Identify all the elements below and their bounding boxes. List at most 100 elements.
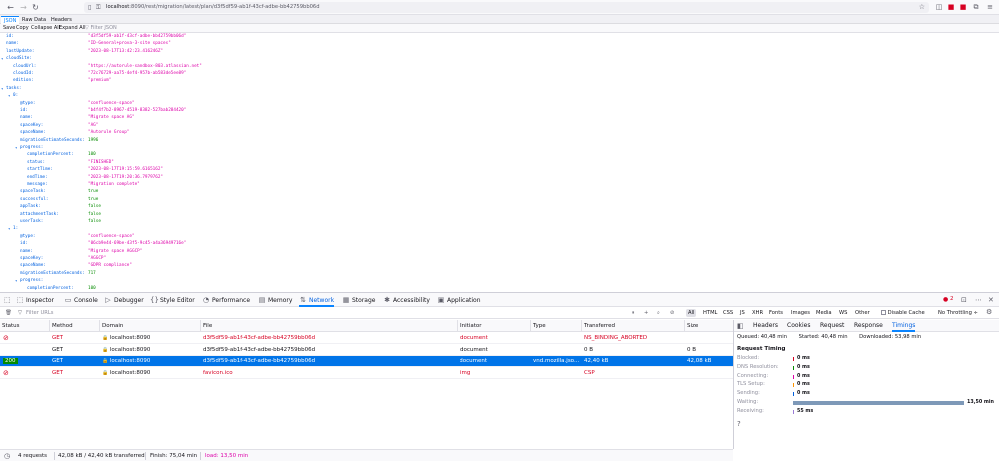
json-row[interactable]: appTask: false <box>0 203 999 210</box>
expand-toggle-icon[interactable]: ▾ <box>1 55 3 62</box>
expand-toggle-icon[interactable]: ▾ <box>8 225 10 232</box>
tab-timings[interactable]: Timings <box>892 320 916 332</box>
json-row[interactable]: spaceName: "GDPR compliance" <box>0 262 999 269</box>
reload-icon[interactable]: ↻ <box>31 3 40 12</box>
devtools-tab-console[interactable]: ▭ Console <box>64 293 98 307</box>
col-domain[interactable]: Domain <box>99 320 123 332</box>
bookmark-star-icon[interactable]: ☆ <box>919 3 925 11</box>
col-transferred[interactable]: Transferred <box>581 320 615 332</box>
connection-icon[interactable]: ⚿ <box>96 4 101 12</box>
json-row[interactable]: id: "b4f4f7b2-8967-4519-8382-527bab284420… <box>0 107 999 114</box>
devtools-tab-inspector[interactable]: ⬚ Inspector <box>16 293 54 307</box>
table-row[interactable]: 200 GET 🔒 localhost:8090 d3f5df59-ab1f-43cf… <box>0 356 733 367</box>
expand-toggle-icon[interactable]: ▾ <box>8 92 10 99</box>
type-filter-xhr[interactable]: XHR <box>752 309 763 317</box>
type-filter-images[interactable]: Images <box>791 309 810 317</box>
dock-icon[interactable]: ⊡ <box>961 296 967 304</box>
error-icon[interactable]: ● <box>943 296 948 303</box>
save-button[interactable]: Save <box>3 25 15 32</box>
json-row[interactable]: attachmentTask: false <box>0 211 999 218</box>
devtools-tab-storage[interactable]: ▦ Storage <box>342 293 376 307</box>
more-options-icon[interactable]: ⋯ <box>975 296 982 304</box>
expand-all-button[interactable]: Expand All <box>59 25 86 32</box>
devtools-tab-application[interactable]: ▣ Application <box>437 293 481 307</box>
json-row[interactable]: migrationEstimateSeconds: 717 <box>0 270 999 277</box>
json-row[interactable]: completionPercent: 100 <box>0 285 999 292</box>
clear-requests-icon[interactable]: 🗑 <box>5 309 12 317</box>
type-filter-js[interactable]: JS <box>740 309 745 317</box>
json-row[interactable]: message: "Migration complete" <box>0 181 999 188</box>
json-row[interactable]: startTime: "2023-08-17T19:15:59.6165162" <box>0 166 999 173</box>
pause-icon[interactable]: ⏸ <box>632 309 635 317</box>
tab-headers[interactable]: Headers <box>48 16 75 24</box>
json-row[interactable]: spaceKey: "AGGCP" <box>0 255 999 262</box>
type-filter-html[interactable]: HTML <box>703 309 717 317</box>
expand-toggle-icon[interactable]: ▾ <box>15 277 17 284</box>
table-row[interactable]: ⊘ GET 🔒 localhost:8090 d3f5df59-ab1f-43cf-a… <box>0 333 733 344</box>
json-row[interactable]: cloudId: "72c76729-aa75-4ef4-957b-ab583de… <box>0 70 999 77</box>
throttling-select[interactable]: No Throttling ÷ <box>938 309 978 317</box>
close-devtools-icon[interactable]: ✕ <box>988 296 994 304</box>
json-row[interactable]: lastUpdate: "2023-08-17T13:42:23.416246Z" <box>0 48 999 55</box>
page-info-icon[interactable]: ▯ <box>88 4 91 11</box>
devtools-tab-memory[interactable]: ▤ Memory <box>258 293 293 307</box>
col-type[interactable]: Type <box>530 320 546 332</box>
forward-icon[interactable]: → <box>19 3 28 12</box>
extension-2-icon[interactable]: ■ <box>959 3 967 11</box>
json-row[interactable]: id: "06cb9e44-69be-43f5-9c45-a4a36949716e… <box>0 240 999 247</box>
json-row[interactable]: ▾ 1: <box>0 225 999 232</box>
tab-cookies[interactable]: Cookies <box>787 320 811 332</box>
json-row[interactable]: name: "Migrate space AGGCP" <box>0 248 999 255</box>
col-status[interactable]: Status <box>0 320 20 332</box>
expand-toggle-icon[interactable]: ▾ <box>15 144 17 151</box>
filter-json-input[interactable]: ▽ Filter JSON <box>85 25 117 32</box>
devtools-tab-accessibility[interactable]: ✱ Accessibility <box>383 293 430 307</box>
json-row[interactable]: completionPercent: 100 <box>0 151 999 158</box>
json-row[interactable]: ▾ progress: <box>0 144 999 151</box>
back-icon[interactable]: ← <box>6 3 15 12</box>
json-row[interactable]: migrationEstimateSeconds: 1996 <box>0 137 999 144</box>
tab-request[interactable]: Request <box>820 320 844 332</box>
json-row[interactable]: ▾ cloudSite: <box>0 55 999 62</box>
devtools-tab-performance[interactable]: ◔ Performance <box>202 293 250 307</box>
json-row[interactable]: @type: "confluence-space" <box>0 233 999 240</box>
performance-analysis-icon[interactable]: ◷ <box>4 450 10 462</box>
copy-button[interactable]: Copy <box>16 25 29 32</box>
url-bar[interactable]: ▯ ⚿ localhost:8090/rest/migration/latest… <box>84 2 929 13</box>
col-method[interactable]: Method <box>49 320 73 332</box>
tab-raw-data[interactable]: Raw Data <box>19 16 49 24</box>
network-settings-icon[interactable]: ⚙ <box>986 308 992 316</box>
devtools-tab-debugger[interactable]: ▷ Debugger <box>104 293 143 307</box>
json-row[interactable]: cloudUrl: "https://autorule-sandbox-803.a… <box>0 63 999 70</box>
extensions-menu-icon[interactable]: ⧉ <box>972 3 980 11</box>
col-initiator[interactable]: Initiator <box>457 320 481 332</box>
help-icon[interactable]: ? <box>737 420 741 428</box>
toggle-sidebar-icon[interactable]: ◧ <box>737 320 744 332</box>
expand-toggle-icon[interactable]: ▾ <box>1 85 3 92</box>
tab-headers-detail[interactable]: Headers <box>753 320 778 332</box>
json-row[interactable]: successful: true <box>0 196 999 203</box>
json-row[interactable]: ▾ tasks: <box>0 85 999 92</box>
json-row[interactable]: ▾ 0: <box>0 92 999 99</box>
devtools-tab-style-editor[interactable]: {}Style Editor <box>150 293 195 307</box>
block-icon[interactable]: ⊘ <box>670 309 674 317</box>
type-filter-css[interactable]: CSS <box>723 309 733 317</box>
json-row[interactable]: userTask: false <box>0 218 999 225</box>
json-row[interactable]: spaceName: "Autorule Group" <box>0 129 999 136</box>
search-icon[interactable]: ⌕ <box>657 309 660 317</box>
type-filter-all[interactable]: All <box>686 309 697 317</box>
tab-json[interactable]: JSON <box>1 16 20 24</box>
json-row[interactable]: spaceTask: true <box>0 188 999 195</box>
json-row[interactable]: endTime: "2023-08-17T19:20:36.7979762" <box>0 174 999 181</box>
type-filter-media[interactable]: Media <box>816 309 832 317</box>
disable-cache-checkbox[interactable]: Disable Cache <box>881 309 925 317</box>
col-file[interactable]: File <box>200 320 212 332</box>
tab-response[interactable]: Response <box>854 320 883 332</box>
json-row[interactable]: ▾ progress: <box>0 277 999 284</box>
type-filter-fonts[interactable]: Fonts <box>769 309 783 317</box>
collapse-all-button[interactable]: Collapse All <box>31 25 60 32</box>
extension-icon[interactable]: ■ <box>947 3 955 11</box>
pick-element-icon[interactable]: ⬚ <box>4 296 11 304</box>
json-row[interactable]: edition: "premium" <box>0 77 999 84</box>
table-row[interactable]: GET 🔒 localhost:8090 d3f5df59-ab1f-43cf-ad… <box>0 345 733 356</box>
